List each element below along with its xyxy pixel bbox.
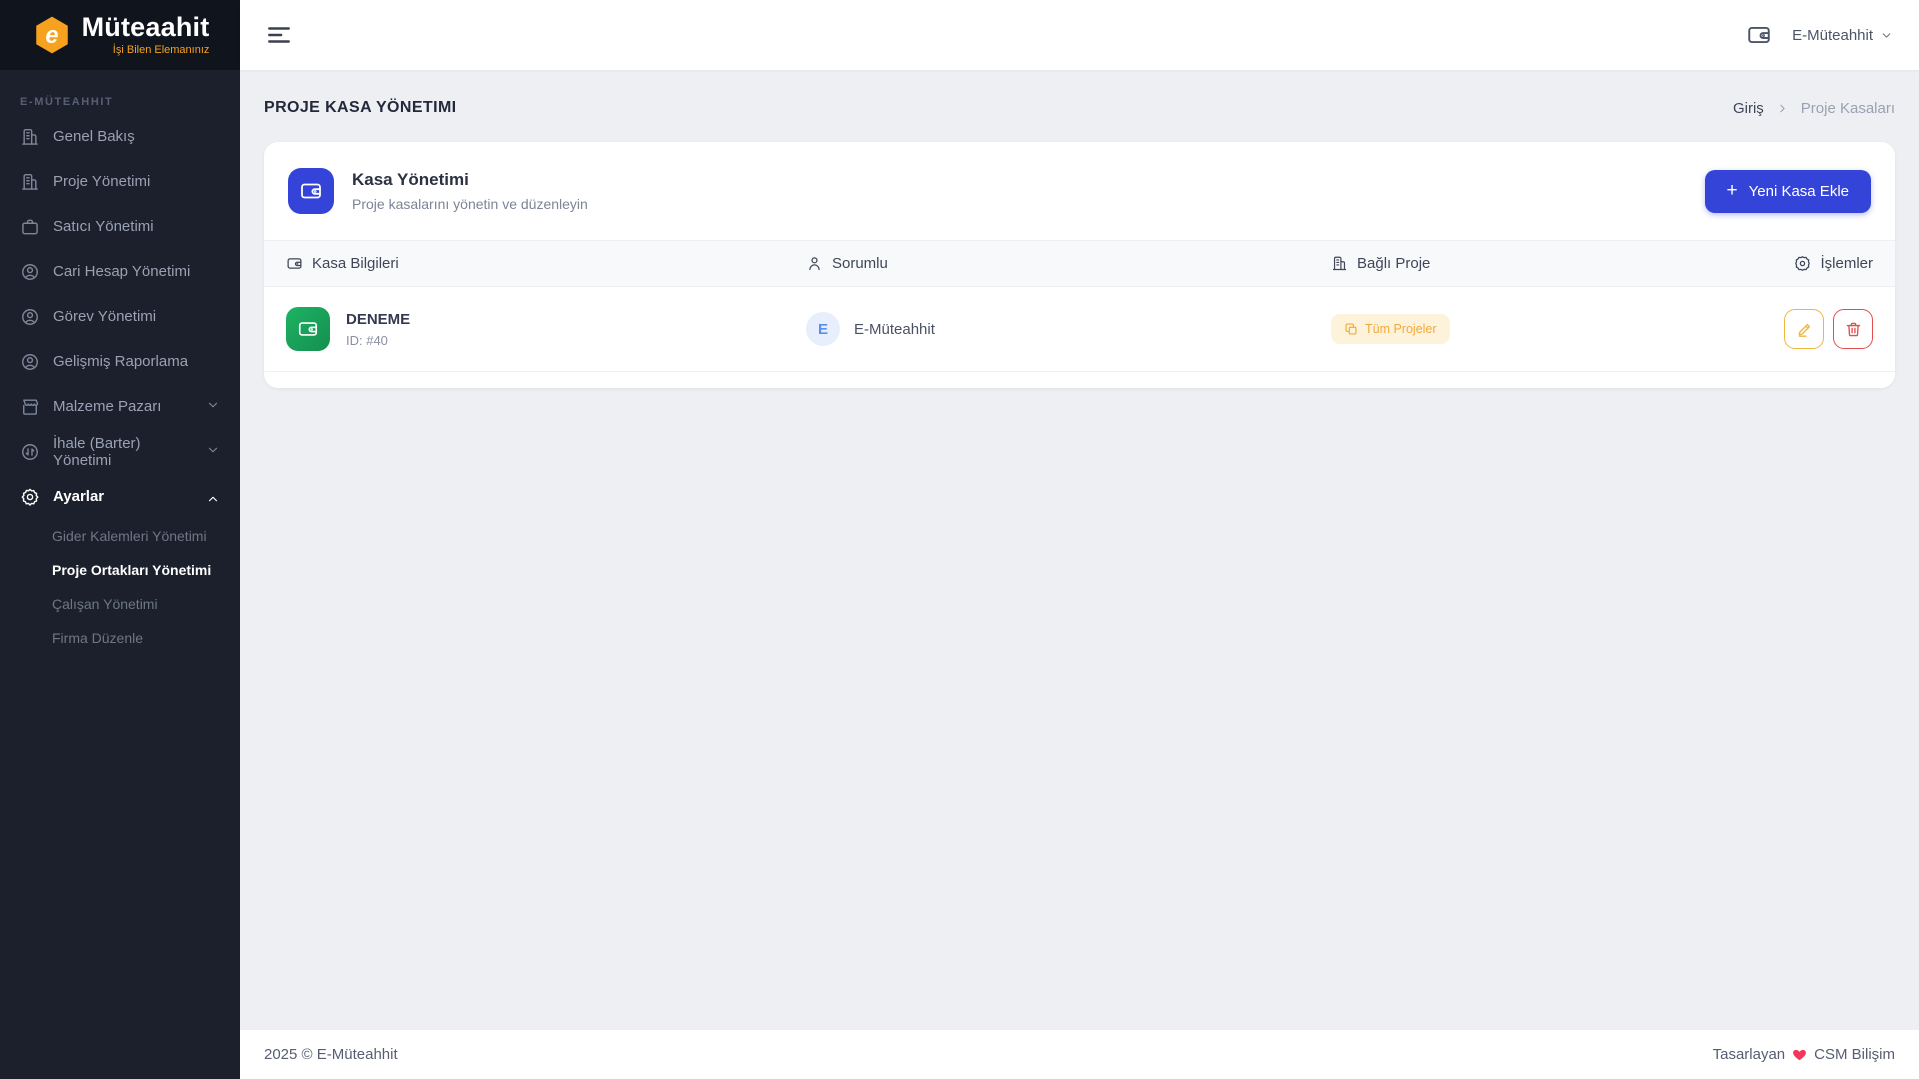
chevron-up-icon <box>206 488 220 506</box>
sidebar-item-satici-yonetimi[interactable]: Satıcı Yönetimi <box>0 204 240 249</box>
sidebar-item-gelismis-raporlama[interactable]: Gelişmiş Raporlama <box>0 339 240 384</box>
add-kasa-button[interactable]: + Yeni Kasa Ekle <box>1705 170 1871 213</box>
sidebar-item-label: Genel Bakış <box>53 128 135 145</box>
sidebar-item-ihale-barter-yonetimi[interactable]: İhale (Barter) Yönetimi <box>0 429 240 474</box>
submenu-item-firma-duzenle[interactable]: Firma Düzenle <box>0 621 240 655</box>
card-title: Kasa Yönetimi <box>352 170 588 190</box>
sidebar-item-label: Ayarlar <box>53 488 104 505</box>
user-menu-label: E-Müteahhit <box>1792 27 1873 44</box>
table-header-row: Kasa Bilgileri Sorumlu Bağlı Proje İşlem… <box>264 240 1895 287</box>
breadcrumb: Giriş Proje Kasaları <box>1733 100 1895 117</box>
project-badge: Tüm Projeler <box>1331 314 1450 344</box>
edit-button[interactable] <box>1784 309 1824 349</box>
wallet-icon <box>288 168 334 214</box>
building-icon <box>20 127 40 147</box>
column-header-kasa-bilgileri: Kasa Bilgileri <box>312 255 399 272</box>
chevron-right-icon <box>1776 102 1789 115</box>
user-circle-icon <box>20 352 40 372</box>
building-icon <box>1331 255 1348 272</box>
sidebar-item-label: Proje Yönetimi <box>53 173 150 190</box>
footer-copyright: 2025 © E-Müteahhit <box>264 1046 398 1063</box>
topbar: E-Müteahhit <box>240 0 1919 70</box>
sidebar-item-label: Görev Yönetimi <box>53 308 156 325</box>
sidebar-item-proje-yonetimi[interactable]: Proje Yönetimi <box>0 159 240 204</box>
user-circle-icon <box>20 262 40 282</box>
table-row: DENEME ID: #40 E E-Müteahhit Tüm Projele… <box>264 287 1895 372</box>
main-area: E-Müteahhit PROJE KASA YÖNETIMI Giriş Pr… <box>240 0 1919 1079</box>
chevron-down-icon <box>206 443 220 461</box>
sidebar-item-label: İhale (Barter) Yönetimi <box>53 435 193 469</box>
sidebar: Müteaahit İşi Bilen Elemanınız E-MÜTEAHH… <box>0 0 240 1079</box>
breadcrumb-current: Proje Kasaları <box>1801 100 1895 117</box>
person-icon <box>806 255 823 272</box>
sidebar-item-gorev-yonetimi[interactable]: Görev Yönetimi <box>0 294 240 339</box>
sidebar-item-genel-bakis[interactable]: Genel Bakış <box>0 114 240 159</box>
brand-name: Müteaahit <box>82 14 210 41</box>
delete-button[interactable] <box>1833 309 1873 349</box>
building-icon <box>20 172 40 192</box>
project-badge-label: Tüm Projeler <box>1365 322 1437 336</box>
submenu-item-proje-ortaklari[interactable]: Proje Ortakları Yönetimi <box>0 553 240 587</box>
page-content: PROJE KASA YÖNETIMI Giriş Proje Kasaları… <box>240 70 1919 1030</box>
responsible-name: E-Müteahhit <box>854 321 935 338</box>
sidebar-item-label: Satıcı Yönetimi <box>53 218 154 235</box>
briefcase-icon <box>20 217 40 237</box>
brand-tagline: İşi Bilen Elemanınız <box>82 44 210 56</box>
pencil-icon <box>1796 321 1813 338</box>
chevron-down-icon <box>206 398 220 416</box>
breadcrumb-home[interactable]: Giriş <box>1733 100 1764 117</box>
sidebar-item-label: Gelişmiş Raporlama <box>53 353 188 370</box>
sidebar-item-label: Cari Hesap Yönetimi <box>53 263 190 280</box>
avatar: E <box>806 312 840 346</box>
add-kasa-button-label: Yeni Kasa Ekle <box>1749 183 1849 200</box>
plus-icon: + <box>1727 181 1738 200</box>
trash-icon <box>1845 321 1862 338</box>
footer-designer-prefix: Tasarlayan <box>1713 1046 1786 1063</box>
page-title: PROJE KASA YÖNETIMI <box>264 99 457 117</box>
brand-hexagon-icon <box>31 14 73 56</box>
wallet-icon <box>286 255 303 272</box>
column-header-islemler: İşlemler <box>1820 255 1873 272</box>
heart-icon <box>1792 1047 1807 1062</box>
app-root: Müteaahit İşi Bilen Elemanınız E-MÜTEAHH… <box>0 0 1919 1079</box>
submenu-item-calisan-yonetimi[interactable]: Çalışan Yönetimi <box>0 587 240 621</box>
column-header-bagli-proje: Bağlı Proje <box>1357 255 1430 272</box>
sidebar-item-label: Malzeme Pazarı <box>53 398 161 415</box>
gear-icon <box>20 487 40 507</box>
submenu-item-gider-kalemleri[interactable]: Gider Kalemleri Yönetimi <box>0 519 240 553</box>
barter-icon <box>20 442 40 462</box>
card-subtitle: Proje kasalarını yönetin ve düzenleyin <box>352 196 588 212</box>
wallet-icon <box>286 307 330 351</box>
kasa-name: DENEME <box>346 311 410 328</box>
sidebar-nav: E-MÜTEAHHIT Genel Bakış Proje Yönetimi S… <box>0 70 240 1079</box>
user-menu[interactable]: E-Müteahhit <box>1792 27 1893 44</box>
sidebar-item-cari-hesap-yonetimi[interactable]: Cari Hesap Yönetimi <box>0 249 240 294</box>
sidebar-item-malzeme-pazari[interactable]: Malzeme Pazarı <box>0 384 240 429</box>
hamburger-menu-icon[interactable] <box>266 22 292 48</box>
footer: 2025 © E-Müteahhit Tasarlayan CSM Bilişi… <box>240 1030 1919 1079</box>
badge-gear-icon <box>1794 255 1811 272</box>
store-icon <box>20 397 40 417</box>
brand-logo[interactable]: Müteaahit İşi Bilen Elemanınız <box>0 0 240 70</box>
chevron-down-icon <box>1880 29 1893 42</box>
footer-designer-name: CSM Bilişim <box>1814 1046 1895 1063</box>
user-circle-icon <box>20 307 40 327</box>
kasa-id: ID: #40 <box>346 333 410 348</box>
column-header-sorumlu: Sorumlu <box>832 255 888 272</box>
kasa-yonetimi-card: Kasa Yönetimi Proje kasalarını yönetin v… <box>264 142 1895 388</box>
wallet-icon[interactable] <box>1746 22 1772 48</box>
sidebar-item-ayarlar[interactable]: Ayarlar <box>0 474 240 519</box>
sidebar-section-label: E-MÜTEAHHIT <box>0 70 240 114</box>
copy-icon <box>1344 322 1358 336</box>
settings-submenu: Gider Kalemleri Yönetimi Proje Ortakları… <box>0 519 240 655</box>
